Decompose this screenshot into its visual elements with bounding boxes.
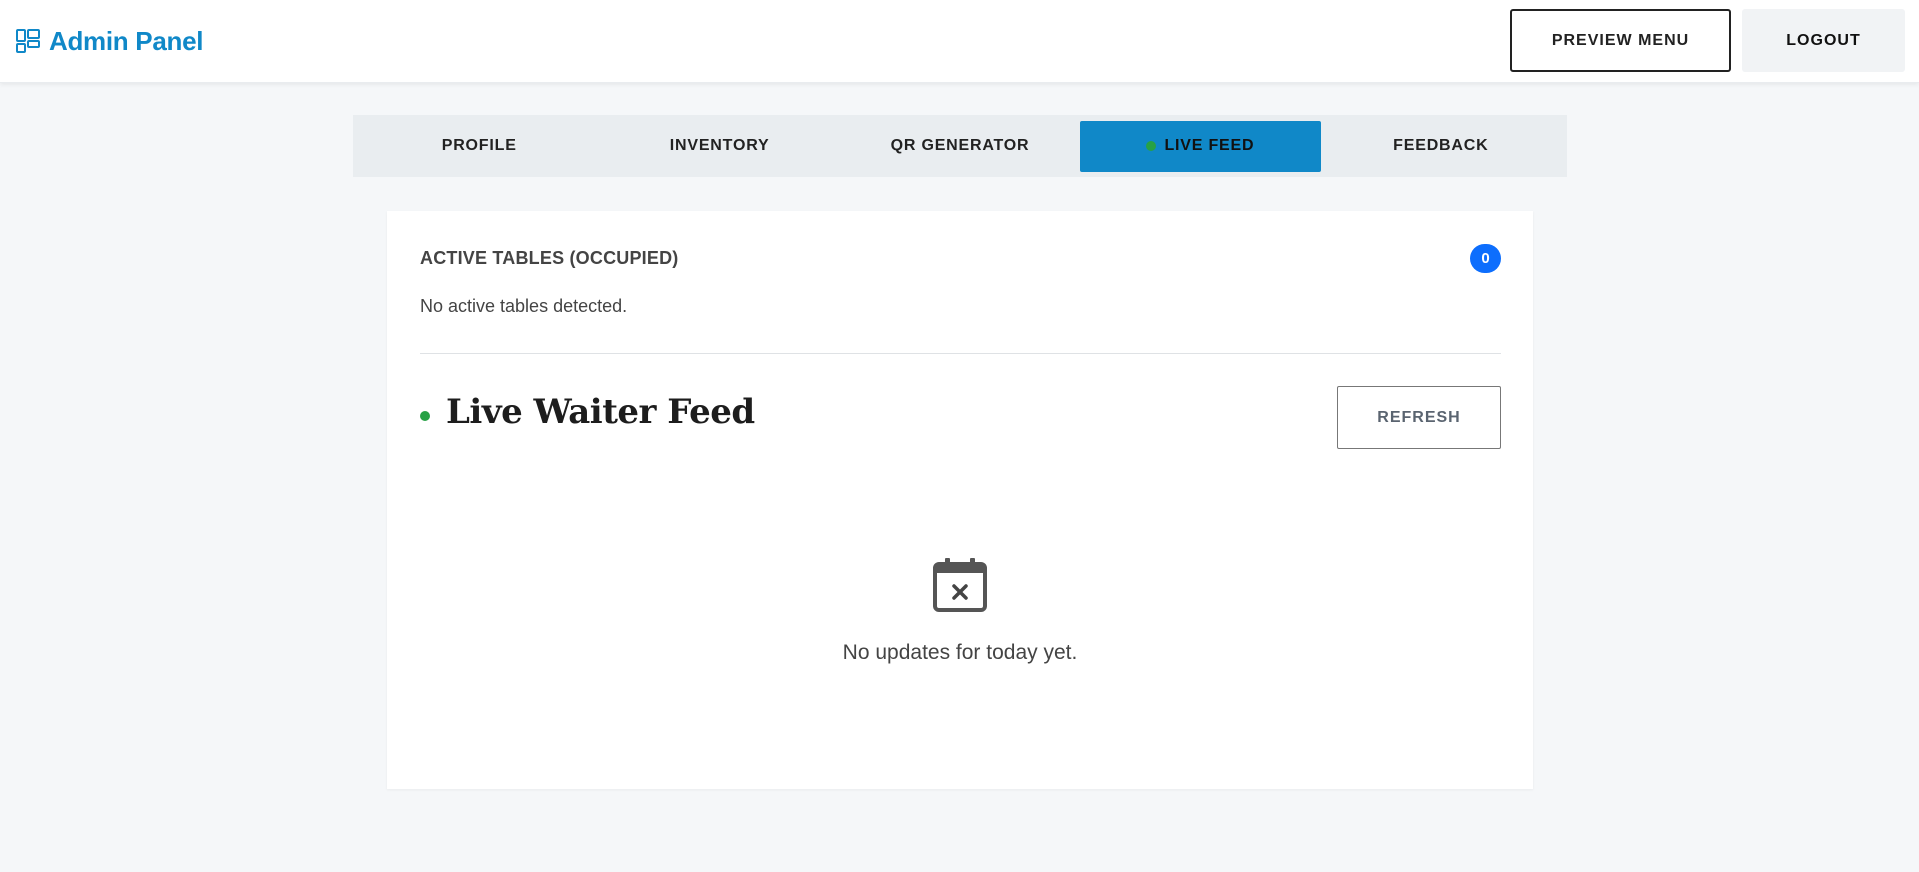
refresh-button[interactable]: REFRESH [1337, 386, 1501, 449]
live-feed-card: ACTIVE TABLES (OCCUPIED) 0 No active tab… [387, 211, 1533, 789]
logout-button[interactable]: LOGOUT [1742, 9, 1905, 72]
top-navbar: Admin Panel PREVIEW MENU LOGOUT [0, 0, 1919, 83]
tab-live-feed[interactable]: LIVE FEED [1080, 120, 1321, 172]
calendar-x-icon [933, 558, 987, 612]
tab-label: INVENTORY [669, 137, 770, 154]
tab-profile[interactable]: PROFILE [359, 121, 599, 172]
tab-bar: PROFILE INVENTORY QR GENERATOR LIVE FEED… [353, 115, 1567, 177]
live-indicator-dot [1146, 141, 1157, 151]
tab-qr-generator[interactable]: QR GENERATOR [840, 121, 1080, 172]
active-tables-count-badge: 0 [1470, 244, 1501, 273]
brand-name: Admin Panel [49, 25, 204, 56]
preview-menu-button[interactable]: PREVIEW MENU [1510, 9, 1731, 72]
tab-label: PROFILE [441, 137, 517, 154]
tab-feedback[interactable]: FEEDBACK [1321, 121, 1561, 172]
section-divider [420, 353, 1501, 354]
tab-label: QR GENERATOR [890, 137, 1030, 154]
live-feed-title: Live Waiter Feed [446, 392, 755, 432]
feed-empty-message: No updates for today yet. [842, 641, 1078, 664]
active-tables-empty-message: No active tables detected. [420, 296, 628, 316]
tab-label: LIVE FEED [1164, 137, 1255, 154]
active-tables-title: ACTIVE TABLES (OCCUPIED) [420, 248, 679, 268]
brand-logo[interactable]: Admin Panel [15, 25, 203, 57]
tab-inventory[interactable]: INVENTORY [599, 121, 839, 172]
live-status-dot [420, 411, 430, 421]
dashboard-icon [16, 29, 40, 53]
tab-label: FEEDBACK [1393, 137, 1489, 154]
